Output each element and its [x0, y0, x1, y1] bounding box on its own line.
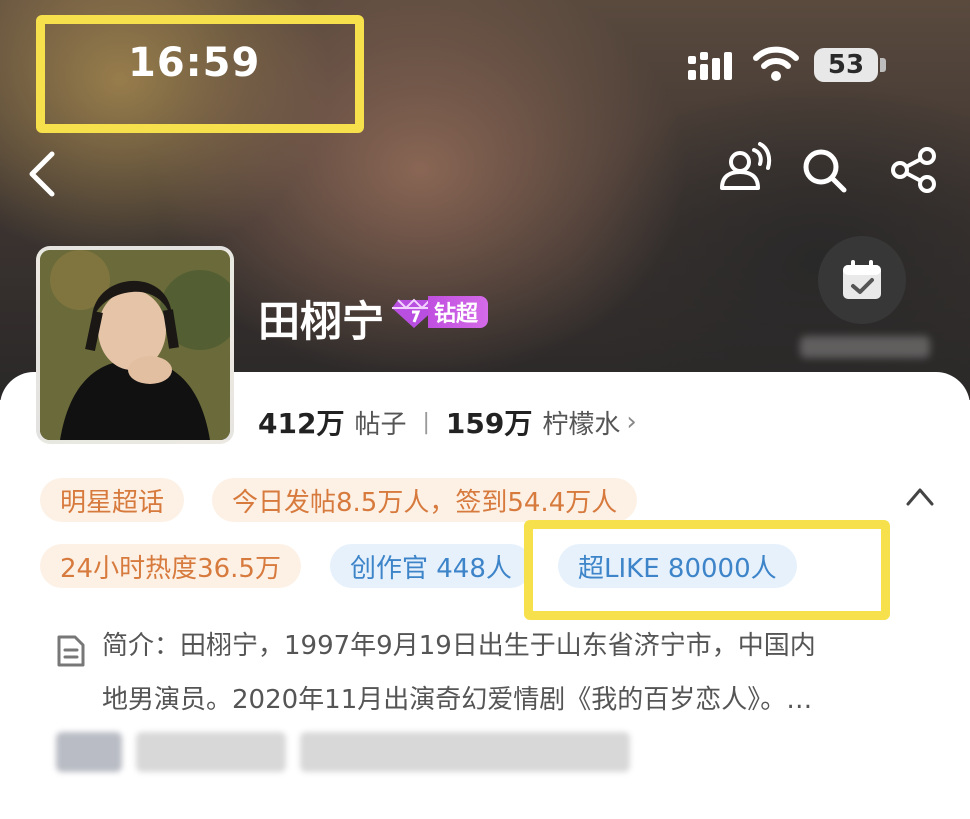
blurred-avatar [56, 732, 122, 772]
search-icon[interactable] [800, 146, 850, 196]
battery-tip [880, 58, 886, 72]
back-icon[interactable] [24, 150, 60, 198]
intro-line-1[interactable]: 简介：田栩宁，1997年9月19日出生于山东省济宁市，中国内 [102, 626, 816, 666]
posts-label: 帖子 [354, 409, 407, 440]
blurred-text [136, 732, 286, 772]
intro-line-2[interactable]: 地男演员。2020年11月出演奇幻爱情剧《我的百岁恋人》。… [102, 680, 812, 720]
chevron-right-icon: › [626, 407, 637, 437]
tag-heat[interactable]: 24小时热度36.5万 [40, 544, 301, 588]
tag-category[interactable]: 明星超话 [40, 478, 185, 522]
share-icon[interactable] [890, 146, 938, 194]
supertopic-name: 田栩宁 [258, 297, 385, 346]
tag-daily-activity[interactable]: 今日发帖8.5万人，签到54.4万人 [212, 478, 638, 522]
blurred-text [800, 336, 930, 358]
badge-label: 钻超 [428, 296, 489, 328]
super-like-highlight-box [524, 520, 890, 620]
water-label: 柠檬水 [542, 409, 621, 440]
time-highlight-box [36, 15, 364, 133]
cellular-signal-icon [688, 52, 732, 80]
document-icon [57, 635, 85, 667]
tag-creators[interactable]: 创作官 448人 [330, 544, 532, 588]
people-icon[interactable] [716, 140, 774, 196]
blurred-text [300, 732, 630, 772]
avatar[interactable] [36, 246, 234, 444]
posts-count: 412万 [258, 407, 345, 440]
stats-divider: | [422, 409, 430, 435]
stats-row[interactable]: 412万 帖子 | 159万 柠檬水 › [258, 402, 637, 442]
checkin-calendar-icon [843, 260, 881, 299]
battery-indicator: 53 [814, 48, 878, 82]
checkin-button[interactable] [818, 236, 906, 324]
diamond-super-badge[interactable]: 钻超 [392, 294, 489, 330]
water-count: 159万 [445, 407, 533, 440]
wifi-icon [753, 46, 799, 81]
chevron-up-icon[interactable] [904, 484, 936, 508]
